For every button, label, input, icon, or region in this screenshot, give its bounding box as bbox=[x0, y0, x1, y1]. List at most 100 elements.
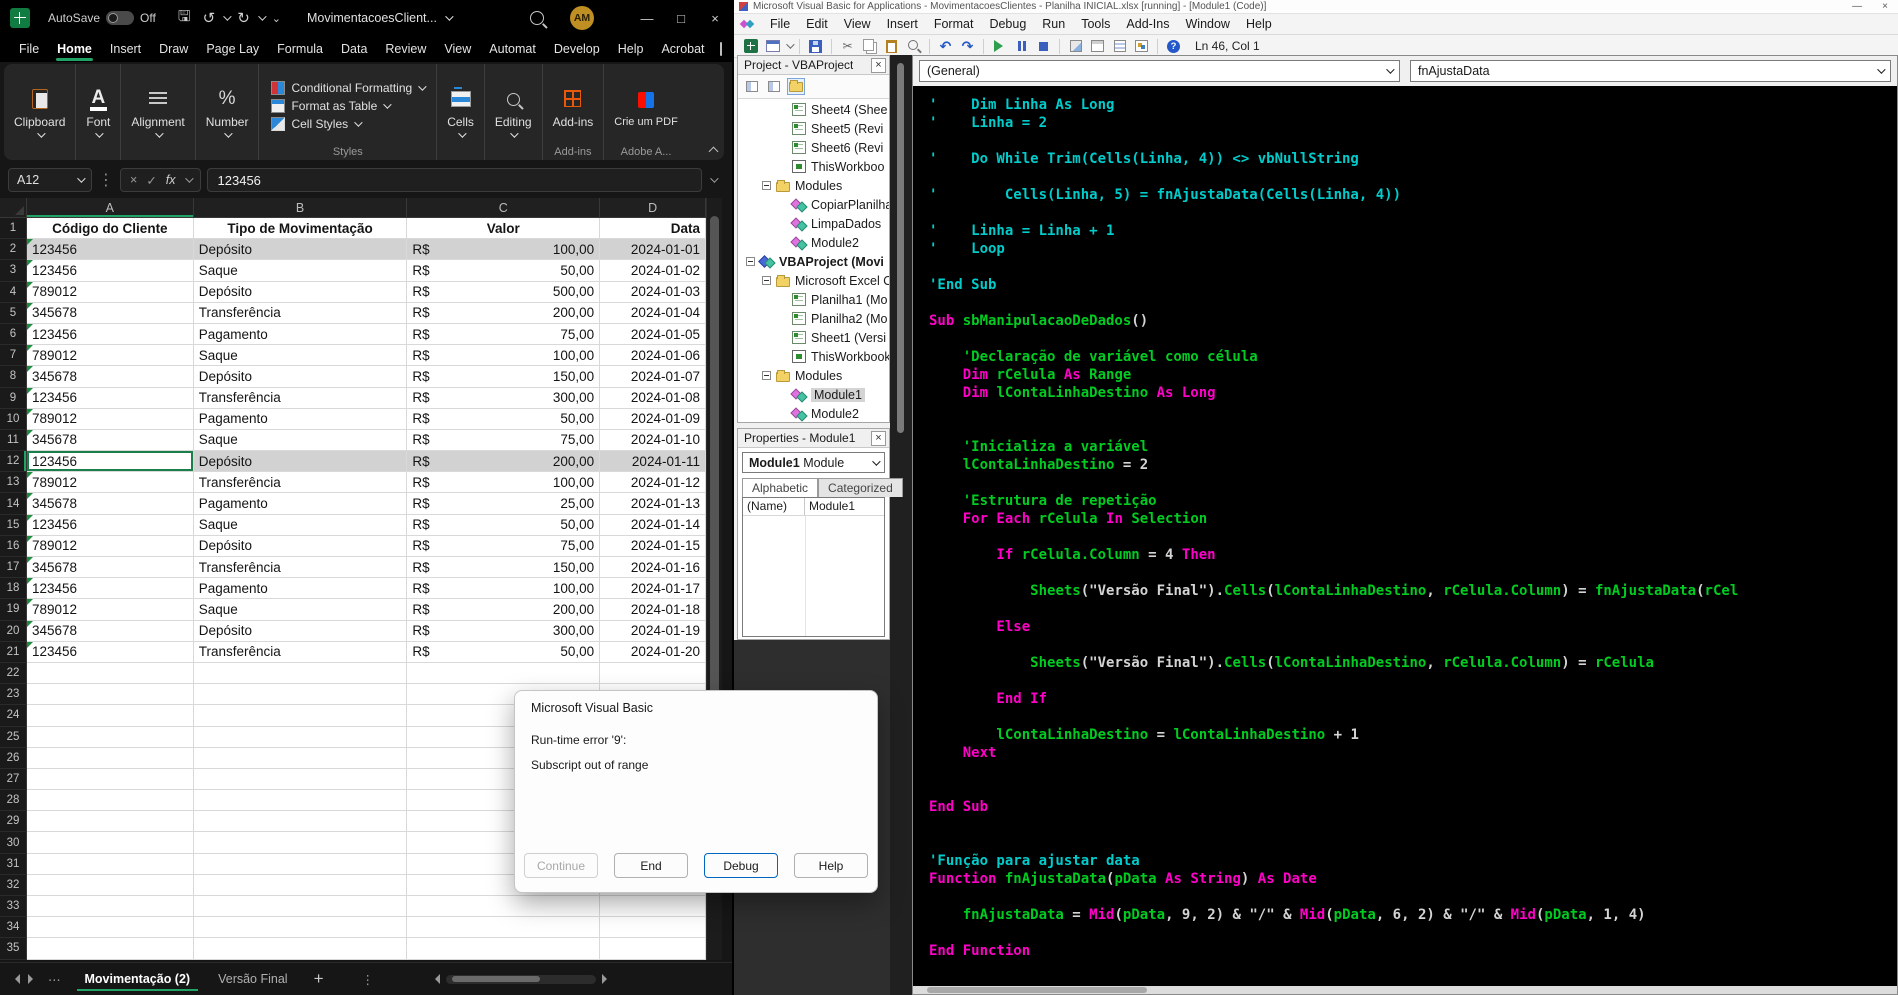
row-header-15[interactable]: 15 bbox=[0, 515, 27, 536]
row-header-13[interactable]: 13 bbox=[0, 472, 27, 493]
cell-D13[interactable]: 2024-01-12 bbox=[600, 472, 706, 493]
cell-A7[interactable]: 789012 bbox=[27, 345, 194, 366]
cell-A4[interactable]: 789012 bbox=[27, 282, 194, 303]
row-header-29[interactable]: 29 bbox=[0, 811, 27, 832]
code-line[interactable]: For Each rCelula In Selection bbox=[929, 510, 1897, 528]
cell-C35[interactable] bbox=[407, 938, 600, 959]
undo-button[interactable]: ↺ bbox=[199, 9, 220, 27]
fx-dropdown-icon[interactable] bbox=[185, 174, 193, 182]
code-line[interactable]: Dim rCelula As Range bbox=[929, 366, 1897, 384]
code-line[interactable] bbox=[929, 564, 1897, 582]
code-line[interactable]: lContaLinhaDestino = 2 bbox=[929, 456, 1897, 474]
cell-C33[interactable] bbox=[407, 896, 600, 917]
cell-B8[interactable]: Depósito bbox=[194, 366, 408, 387]
find-icon[interactable] bbox=[905, 38, 922, 54]
vba-menu-insert[interactable]: Insert bbox=[879, 14, 926, 34]
row-header-21[interactable]: 21 bbox=[0, 642, 27, 663]
object-browser-icon[interactable] bbox=[1133, 38, 1150, 54]
code-line[interactable]: ' Loop bbox=[929, 240, 1897, 258]
qat-customize-icon[interactable]: ⌄ bbox=[268, 12, 285, 25]
code-line[interactable]: ' Linha = Linha + 1 bbox=[929, 222, 1897, 240]
vba-menu-window[interactable]: Window bbox=[1178, 14, 1238, 34]
cell-D8[interactable]: 2024-01-07 bbox=[600, 366, 706, 387]
maximize-button[interactable]: □ bbox=[664, 11, 698, 26]
alignment-dropdown-icon[interactable] bbox=[155, 129, 163, 137]
insert-userform-icon[interactable] bbox=[764, 38, 781, 54]
procedure-dropdown[interactable]: fnAjustaData bbox=[1410, 60, 1891, 82]
project-explorer-icon[interactable] bbox=[1089, 38, 1106, 54]
menu-tab-acrobat[interactable]: Acrobat bbox=[652, 38, 713, 60]
cell-D15[interactable]: 2024-01-14 bbox=[600, 515, 706, 536]
tree-item[interactable]: CopiarPlanilha bbox=[738, 195, 889, 214]
cell-B5[interactable]: Transferência bbox=[194, 303, 408, 324]
confirm-entry-icon[interactable]: ✓ bbox=[146, 173, 156, 188]
scroll-left-icon[interactable] bbox=[430, 974, 440, 984]
cell-A29[interactable] bbox=[27, 811, 194, 832]
conditional-formatting-button[interactable]: Conditional Formatting bbox=[271, 81, 424, 95]
cell-C11[interactable]: R$75,00 bbox=[407, 430, 600, 451]
cell-D14[interactable]: 2024-01-13 bbox=[600, 493, 706, 514]
cell-C14[interactable]: R$25,00 bbox=[407, 493, 600, 514]
tree-item[interactable]: ThisWorkbook bbox=[738, 347, 889, 366]
cell-C4[interactable]: R$500,00 bbox=[407, 282, 600, 303]
cell-C6[interactable]: R$75,00 bbox=[407, 324, 600, 345]
sheet-tab-versao-final[interactable]: Versão Final bbox=[204, 965, 301, 993]
cell-A11[interactable]: 345678 bbox=[27, 430, 194, 451]
ribbon-group-addins[interactable]: Add-ins Add-ins bbox=[543, 64, 605, 160]
vba-menu-debug[interactable]: Debug bbox=[981, 14, 1034, 34]
undo-dropdown-icon[interactable] bbox=[223, 12, 231, 20]
properties-panel-close-icon[interactable]: × bbox=[871, 431, 886, 446]
cell-C20[interactable]: R$300,00 bbox=[407, 621, 600, 642]
code-horizontal-scrollbar[interactable] bbox=[913, 986, 1897, 994]
row-header-7[interactable]: 7 bbox=[0, 345, 27, 366]
run-icon[interactable] bbox=[991, 38, 1008, 54]
panel-scroll-gap[interactable] bbox=[890, 55, 912, 995]
code-line[interactable] bbox=[929, 402, 1897, 420]
cell-C19[interactable]: R$200,00 bbox=[407, 599, 600, 620]
end-button[interactable]: End bbox=[614, 853, 688, 878]
cell-B35[interactable] bbox=[194, 938, 408, 959]
code-line[interactable]: End Function bbox=[929, 942, 1897, 960]
cell-B24[interactable] bbox=[194, 705, 408, 726]
row-header-12[interactable]: 12 bbox=[0, 451, 27, 472]
debug-button[interactable]: Debug bbox=[704, 853, 778, 878]
menu-tab-page-lay[interactable]: Page Lay bbox=[197, 38, 268, 60]
cell-D12[interactable]: 2024-01-11 bbox=[600, 451, 706, 472]
tree-item[interactable]: Sheet5 (Revi bbox=[738, 119, 889, 138]
cell-C21[interactable]: R$50,00 bbox=[407, 642, 600, 663]
cell-A10[interactable]: 789012 bbox=[27, 409, 194, 430]
column-header-B[interactable]: B bbox=[194, 198, 408, 218]
row-header-10[interactable]: 10 bbox=[0, 409, 27, 430]
row-header-25[interactable]: 25 bbox=[0, 727, 27, 748]
comments-icon[interactable] bbox=[720, 42, 722, 56]
cell-D9[interactable]: 2024-01-08 bbox=[600, 388, 706, 409]
cell-D33[interactable] bbox=[600, 896, 706, 917]
menu-tab-home[interactable]: Home bbox=[48, 38, 101, 60]
code-line[interactable] bbox=[929, 528, 1897, 546]
name-box[interactable]: A12 bbox=[8, 168, 92, 192]
row-header-27[interactable]: 27 bbox=[0, 769, 27, 790]
editing-dropdown-icon[interactable] bbox=[510, 129, 518, 137]
menu-tab-insert[interactable]: Insert bbox=[101, 38, 150, 60]
code-line[interactable]: Else bbox=[929, 618, 1897, 636]
column-header-A[interactable]: A bbox=[27, 198, 194, 218]
tree-item[interactable]: Modules bbox=[738, 176, 889, 195]
code-line[interactable]: 'Estrutura de repetição bbox=[929, 492, 1897, 510]
cell-A17[interactable]: 345678 bbox=[27, 557, 194, 578]
vba-close-button[interactable]: × bbox=[1872, 1, 1898, 12]
sheet-tab-movimentacao[interactable]: Movimentação (2) bbox=[71, 965, 205, 993]
code-line[interactable] bbox=[929, 294, 1897, 312]
scroll-right-icon[interactable] bbox=[602, 974, 612, 984]
object-dropdown[interactable]: (General) bbox=[919, 60, 1400, 82]
row-header-18[interactable]: 18 bbox=[0, 578, 27, 599]
code-line[interactable]: lContaLinhaDestino = lContaLinhaDestino … bbox=[929, 726, 1897, 744]
row-header-4[interactable]: 4 bbox=[0, 282, 27, 303]
cell-D5[interactable]: 2024-01-04 bbox=[600, 303, 706, 324]
row-header-16[interactable]: 16 bbox=[0, 536, 27, 557]
menu-tab-formula[interactable]: Formula bbox=[268, 38, 332, 60]
cell-A32[interactable] bbox=[27, 875, 194, 896]
view-object-icon[interactable] bbox=[765, 78, 783, 95]
undo-icon[interactable]: ↶ bbox=[937, 38, 954, 54]
cell-B25[interactable] bbox=[194, 727, 408, 748]
cell-A35[interactable] bbox=[27, 938, 194, 959]
